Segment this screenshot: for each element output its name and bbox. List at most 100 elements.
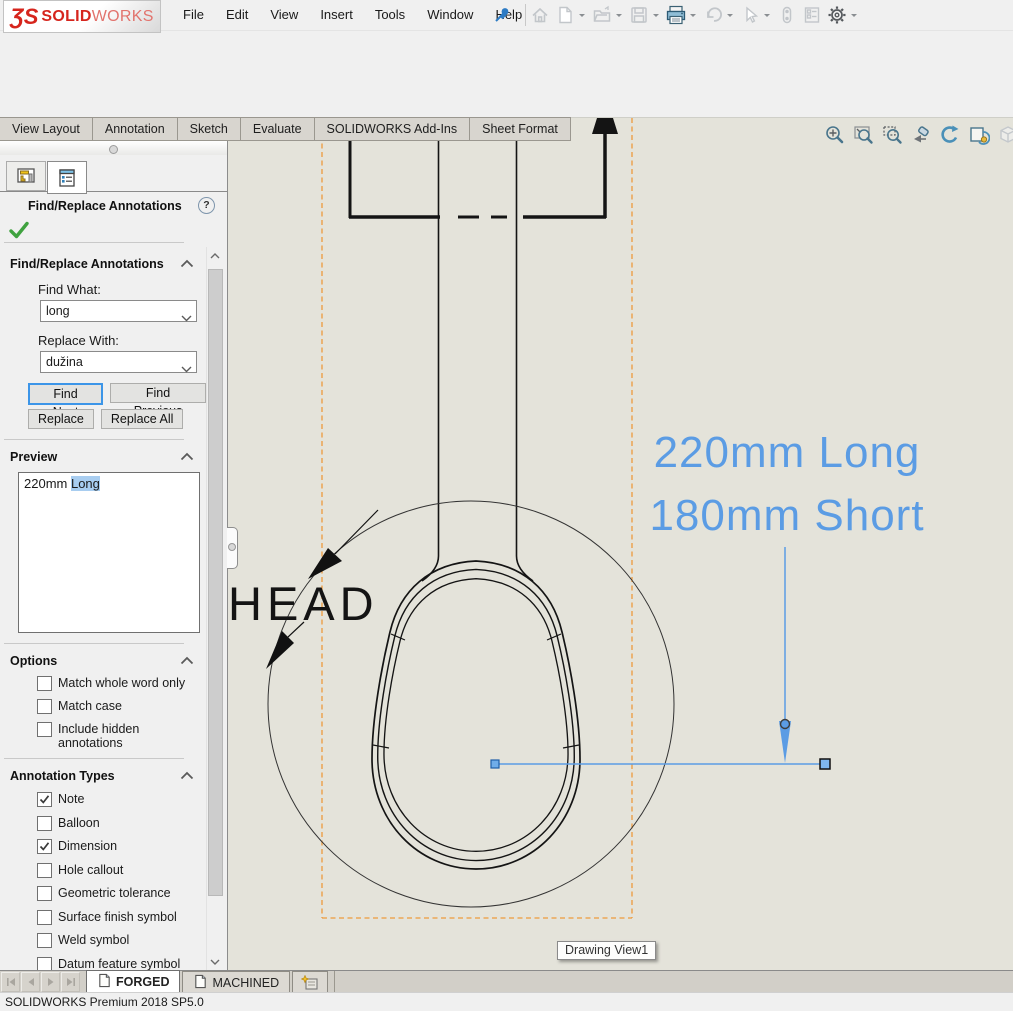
panel-splitter-handle[interactable]	[227, 527, 238, 569]
checkbox-row[interactable]: Geometric tolerance	[37, 886, 206, 901]
checkbox-row[interactable]: Weld symbol	[37, 933, 206, 948]
sheet-icon	[97, 973, 112, 991]
save-icon[interactable]	[627, 3, 651, 27]
select-caret[interactable]	[764, 14, 770, 20]
first-sheet-button[interactable]	[1, 972, 20, 992]
zoom-window-icon[interactable]	[851, 123, 875, 147]
sheet-settings-icon[interactable]	[967, 123, 991, 147]
find-previous-button[interactable]: Find Previous	[110, 383, 206, 403]
menu-item[interactable]: View	[259, 3, 309, 27]
scroll-down-icon[interactable]	[207, 953, 223, 970]
checkbox-row[interactable]: Balloon	[37, 816, 206, 831]
chevron-down-icon[interactable]	[181, 308, 192, 328]
checkbox-row[interactable]: Datum feature symbol	[37, 957, 206, 971]
command-tab[interactable]: Sketch	[177, 117, 241, 141]
menu-item[interactable]: Insert	[309, 3, 364, 27]
collapse-chevron-icon[interactable]	[180, 449, 194, 464]
checkbox-row[interactable]: Include hidden annotations	[37, 722, 206, 750]
checkbox-row[interactable]: Surface finish symbol	[37, 910, 206, 925]
replace-with-combobox[interactable]: dužina	[40, 351, 197, 373]
command-tab[interactable]: Sheet Format	[469, 117, 571, 141]
find-next-button[interactable]: Find Next	[28, 383, 103, 405]
zoom-to-area-icon[interactable]	[880, 123, 904, 147]
previous-sheet-button[interactable]	[21, 972, 40, 992]
checkbox[interactable]	[37, 957, 52, 971]
panel-tab-bar	[6, 161, 88, 194]
open-icon[interactable]	[590, 3, 614, 27]
find-what-combobox[interactable]: long	[40, 300, 197, 322]
pin-icon[interactable]	[493, 6, 511, 24]
sheet-tab-machined[interactable]: MACHINED	[182, 971, 290, 993]
checkbox-row[interactable]: Match whole word only	[37, 676, 206, 691]
add-sheet-button[interactable]	[292, 971, 328, 993]
ok-check-icon[interactable]	[8, 219, 30, 241]
note-annotation-selected[interactable]: 220mm Long 180mm Short	[587, 421, 987, 547]
command-tab[interactable]: View Layout	[0, 117, 93, 141]
component-icon[interactable]	[775, 3, 799, 27]
tab-feature-manager[interactable]	[6, 161, 46, 191]
scrollbar-thumb[interactable]	[208, 269, 223, 896]
open-caret[interactable]	[616, 14, 622, 20]
next-sheet-button[interactable]	[41, 972, 60, 992]
checkbox[interactable]	[37, 886, 52, 901]
collapse-chevron-icon[interactable]	[180, 256, 194, 271]
tab-property-manager[interactable]	[47, 161, 87, 194]
new-document-caret[interactable]	[579, 14, 585, 20]
checkbox[interactable]	[37, 792, 52, 807]
command-tab[interactable]: SOLIDWORKS Add-Ins	[314, 117, 471, 141]
sheet-tab-label: FORGED	[116, 975, 169, 989]
checkbox-row[interactable]: Note	[37, 792, 206, 807]
head-note-annotation[interactable]: HEAD	[228, 577, 379, 631]
checkbox[interactable]	[37, 816, 52, 831]
rotate-view-icon[interactable]	[938, 123, 962, 147]
scroll-up-icon[interactable]	[207, 247, 223, 264]
chevron-down-icon[interactable]	[181, 359, 192, 379]
save-caret[interactable]	[653, 14, 659, 20]
checkbox-row[interactable]: Hole callout	[37, 863, 206, 878]
find-what-value: long	[46, 304, 70, 318]
help-icon[interactable]: ?	[198, 197, 215, 214]
checkbox[interactable]	[37, 676, 52, 691]
zoom-to-fit-icon[interactable]	[822, 123, 846, 147]
menu-item[interactable]: File	[172, 3, 215, 27]
checkbox-row[interactable]: Dimension	[37, 839, 206, 854]
preview-box[interactable]: 220mm Long	[18, 472, 200, 633]
command-tab[interactable]: Evaluate	[240, 117, 315, 141]
sheet-tab-bar: FORGED MACHINED	[0, 970, 1013, 993]
print-caret[interactable]	[690, 14, 696, 20]
menu-item[interactable]: Edit	[215, 3, 259, 27]
display-style-icon[interactable]	[996, 123, 1013, 147]
last-sheet-button[interactable]	[61, 972, 80, 992]
command-manager-collapse-strip[interactable]	[0, 141, 227, 156]
checkbox[interactable]	[37, 839, 52, 854]
checkbox[interactable]	[37, 910, 52, 925]
select-icon[interactable]	[738, 3, 762, 27]
print-icon[interactable]	[664, 3, 688, 27]
sheet-tab-forged[interactable]: FORGED	[86, 970, 180, 993]
undo-caret[interactable]	[727, 14, 733, 20]
new-document-icon[interactable]	[553, 3, 577, 27]
drawing-view-tooltip: Drawing View1	[557, 941, 656, 960]
checkbox-label: Balloon	[58, 816, 100, 830]
drawing-graphics-area[interactable]: 220mm Long 180mm Short HEAD Drawing View…	[228, 117, 1013, 971]
collapse-chevron-icon[interactable]	[180, 768, 194, 783]
home-icon[interactable]	[528, 3, 552, 27]
menu-item[interactable]: Tools	[364, 3, 416, 27]
options-section-header: Options	[10, 654, 57, 668]
settings-caret[interactable]	[851, 14, 857, 20]
checkbox[interactable]	[37, 933, 52, 948]
checkbox[interactable]	[37, 699, 52, 714]
undo-icon[interactable]	[701, 3, 725, 27]
checkbox-row[interactable]: Match case	[37, 699, 206, 714]
settings-gear-icon[interactable]	[825, 3, 849, 27]
collapse-chevron-icon[interactable]	[180, 653, 194, 668]
replace-button[interactable]: Replace	[28, 409, 94, 429]
replace-all-button[interactable]: Replace All	[101, 409, 184, 429]
panel-scrollbar[interactable]	[206, 247, 223, 970]
menu-item[interactable]: Window	[416, 3, 484, 27]
checkbox[interactable]	[37, 863, 52, 878]
options-list-icon[interactable]	[800, 3, 824, 27]
checkbox[interactable]	[37, 722, 52, 737]
previous-view-icon[interactable]	[909, 123, 933, 147]
command-tab[interactable]: Annotation	[92, 117, 178, 141]
